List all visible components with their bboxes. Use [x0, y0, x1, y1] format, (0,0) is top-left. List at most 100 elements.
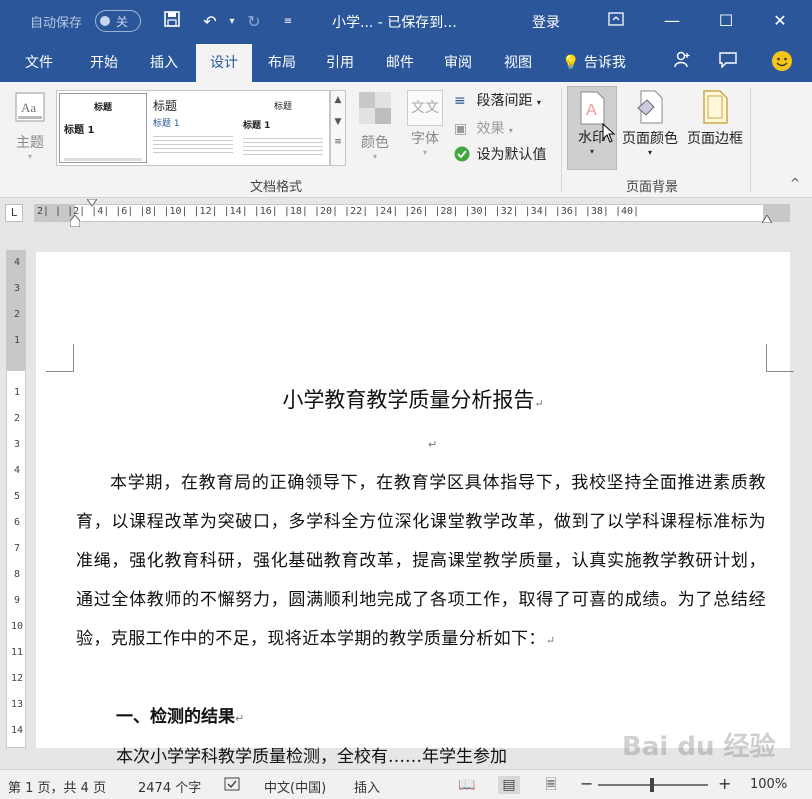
- gallery-down-icon[interactable]: ▼: [331, 117, 345, 127]
- toggle-knob: [100, 16, 110, 26]
- language-indicator[interactable]: 中文(中国): [264, 777, 326, 796]
- effects-button[interactable]: ▣ 效果 ▾: [454, 118, 513, 138]
- themes-button[interactable]: Aa 主题 ▾: [10, 90, 50, 161]
- style-set-thumb-1[interactable]: 标题 标题 1: [59, 93, 147, 163]
- insert-mode-indicator[interactable]: 插入: [354, 777, 380, 796]
- page-color-label: 页面颜色: [622, 131, 678, 147]
- empty-paragraph-mark: ↵: [428, 438, 438, 451]
- horizontal-ruler[interactable]: 2| | |2| |4| |6| |8| |10| |12| |14| |16|…: [34, 199, 790, 227]
- thumb2-lines: [153, 133, 233, 155]
- proofing-icon[interactable]: [224, 777, 240, 795]
- tab-file[interactable]: 文件: [14, 44, 64, 82]
- zoom-in-button[interactable]: +: [718, 774, 731, 793]
- vertical-ruler-tick: [10, 359, 24, 385]
- document-page[interactable]: 小学教育教学质量分析报告↵ ↵ 本学期，在教育局的正确领导下，在教育学区具体指导…: [36, 252, 794, 767]
- zoom-slider-thumb[interactable]: [650, 778, 654, 792]
- fonts-dropdown-icon: ▾: [422, 148, 427, 157]
- style-set-thumb-3[interactable]: 标题 标题 1: [239, 93, 327, 163]
- paragraph-spacing-dropdown-icon: ▾: [536, 98, 541, 107]
- vertical-ruler-tick: 9: [13, 595, 21, 606]
- tab-selector[interactable]: L: [5, 204, 23, 222]
- colors-button[interactable]: 颜色 ▾: [354, 90, 396, 161]
- baidu-watermark-logo: Bai du 经验: [622, 732, 776, 762]
- page-color-dropdown-icon: ▾: [647, 148, 652, 157]
- share-user-icon[interactable]: [666, 50, 698, 76]
- right-indent-marker[interactable]: [762, 215, 772, 223]
- smiley-feedback-icon[interactable]: [766, 50, 798, 76]
- gallery-more-icon[interactable]: ≡: [331, 137, 345, 147]
- print-layout-icon[interactable]: ▤: [498, 776, 520, 794]
- customize-toolbar-icon[interactable]: ≡: [276, 10, 300, 34]
- tab-review[interactable]: 审阅: [432, 44, 484, 82]
- partial-line[interactable]: 本次小学学科教学质量检测，全校有……年学生参加: [116, 742, 507, 767]
- colors-icon: [359, 92, 391, 124]
- word-count[interactable]: 2474 个字: [138, 777, 201, 796]
- autosave-label: 自动保存: [30, 16, 83, 31]
- zoom-level[interactable]: 100%: [750, 777, 787, 792]
- effects-dropdown-icon: ▾: [508, 126, 513, 135]
- watermark-button[interactable]: A 水印 ▾: [567, 86, 617, 170]
- page-borders-button[interactable]: 页面边框: [684, 90, 746, 148]
- comments-icon[interactable]: [712, 50, 744, 76]
- minimize-icon[interactable]: —: [656, 8, 688, 34]
- colors-dropdown-icon: ▾: [372, 152, 377, 161]
- ribbon-display-options-icon[interactable]: [600, 8, 632, 34]
- login-button[interactable]: 登录: [532, 12, 560, 32]
- themes-icon: Aa: [15, 92, 45, 122]
- first-line-indent-marker[interactable]: [87, 199, 97, 207]
- themes-label: 主题: [16, 135, 44, 151]
- page-borders-label: 页面边框: [687, 131, 743, 147]
- web-layout-icon[interactable]: 🗏: [540, 776, 562, 794]
- vertical-ruler-tick: 2: [13, 413, 21, 424]
- tab-design[interactable]: 设计: [196, 44, 252, 82]
- fonts-icon: 文文: [407, 90, 443, 126]
- left-indent-marker[interactable]: [70, 215, 80, 227]
- tab-references[interactable]: 引用: [314, 44, 366, 82]
- page-color-button[interactable]: 页面颜色 ▾: [620, 90, 680, 157]
- read-mode-icon[interactable]: 📖: [456, 776, 478, 794]
- undo-icon[interactable]: ↶: [198, 10, 222, 34]
- thumb3-heading: 标题 1: [243, 121, 271, 131]
- style-set-gallery[interactable]: 标题 标题 1 标题 标题 1 标题 标题 1: [56, 90, 330, 166]
- tell-me-search[interactable]: 💡 告诉我: [562, 44, 626, 82]
- zoom-out-button[interactable]: −: [580, 774, 593, 793]
- tab-view[interactable]: 视图: [492, 44, 544, 82]
- close-icon[interactable]: ✕: [764, 8, 796, 34]
- tab-home[interactable]: 开始: [78, 44, 130, 82]
- body-paragraph[interactable]: 本学期，在教育局的正确领导下，在教育学区具体指导下，我校坚持全面推进素质教育，以…: [76, 464, 766, 660]
- vertical-ruler-tick: 4: [13, 257, 21, 268]
- set-as-default-button[interactable]: 设为默认值: [454, 144, 546, 164]
- partial-line-text: 本次小学学科教学质量检测，全校有……年学生参加: [116, 747, 507, 767]
- gallery-scroll[interactable]: ▲ ▼ ≡: [330, 90, 346, 166]
- vertical-scrollbar[interactable]: [794, 252, 808, 748]
- section-heading[interactable]: 一、检测的结果↵: [116, 702, 244, 727]
- mouse-cursor-icon: [602, 123, 616, 143]
- vertical-ruler-tick: 3: [13, 439, 21, 450]
- tab-insert[interactable]: 插入: [138, 44, 190, 82]
- watermark-icon: A: [580, 91, 605, 125]
- group-separator: [561, 88, 562, 192]
- tab-mailings[interactable]: 邮件: [374, 44, 426, 82]
- maximize-icon[interactable]: ☐: [710, 8, 742, 34]
- autosave-toggle[interactable]: 关: [95, 10, 141, 32]
- effects-icon: ▣: [454, 121, 468, 137]
- collapse-ribbon-icon[interactable]: ^: [790, 176, 800, 190]
- paragraph-spacing-icon: ≡: [454, 93, 466, 109]
- vertical-ruler[interactable]: 4 3 2 1 1 2 3 4 5 6 7 8 9 10 11 12 13 14: [6, 250, 26, 748]
- paragraph-spacing-button[interactable]: ≡ 段落间距 ▾: [454, 90, 541, 110]
- paragraph-mark: ↵: [545, 634, 556, 647]
- document-heading[interactable]: 小学教育教学质量分析报告↵: [36, 384, 790, 414]
- gallery-up-icon[interactable]: ▲: [331, 95, 345, 105]
- style-set-thumb-2[interactable]: 标题 标题 1: [149, 93, 237, 163]
- redo-icon[interactable]: ↻: [242, 10, 266, 34]
- undo-dropdown-icon[interactable]: ▾: [220, 10, 244, 34]
- document-title: 小学... - 已保存到...: [332, 15, 457, 31]
- tab-layout[interactable]: 布局: [256, 44, 308, 82]
- page-count[interactable]: 第 1 页，共 4 页: [8, 777, 106, 796]
- vertical-ruler-tick: 2: [13, 309, 21, 320]
- check-icon: [454, 146, 470, 162]
- page-color-icon: [637, 90, 663, 124]
- fonts-button[interactable]: 文文 字体 ▾: [404, 90, 446, 157]
- save-icon[interactable]: [160, 10, 184, 34]
- vertical-ruler-tick: 12: [10, 673, 24, 684]
